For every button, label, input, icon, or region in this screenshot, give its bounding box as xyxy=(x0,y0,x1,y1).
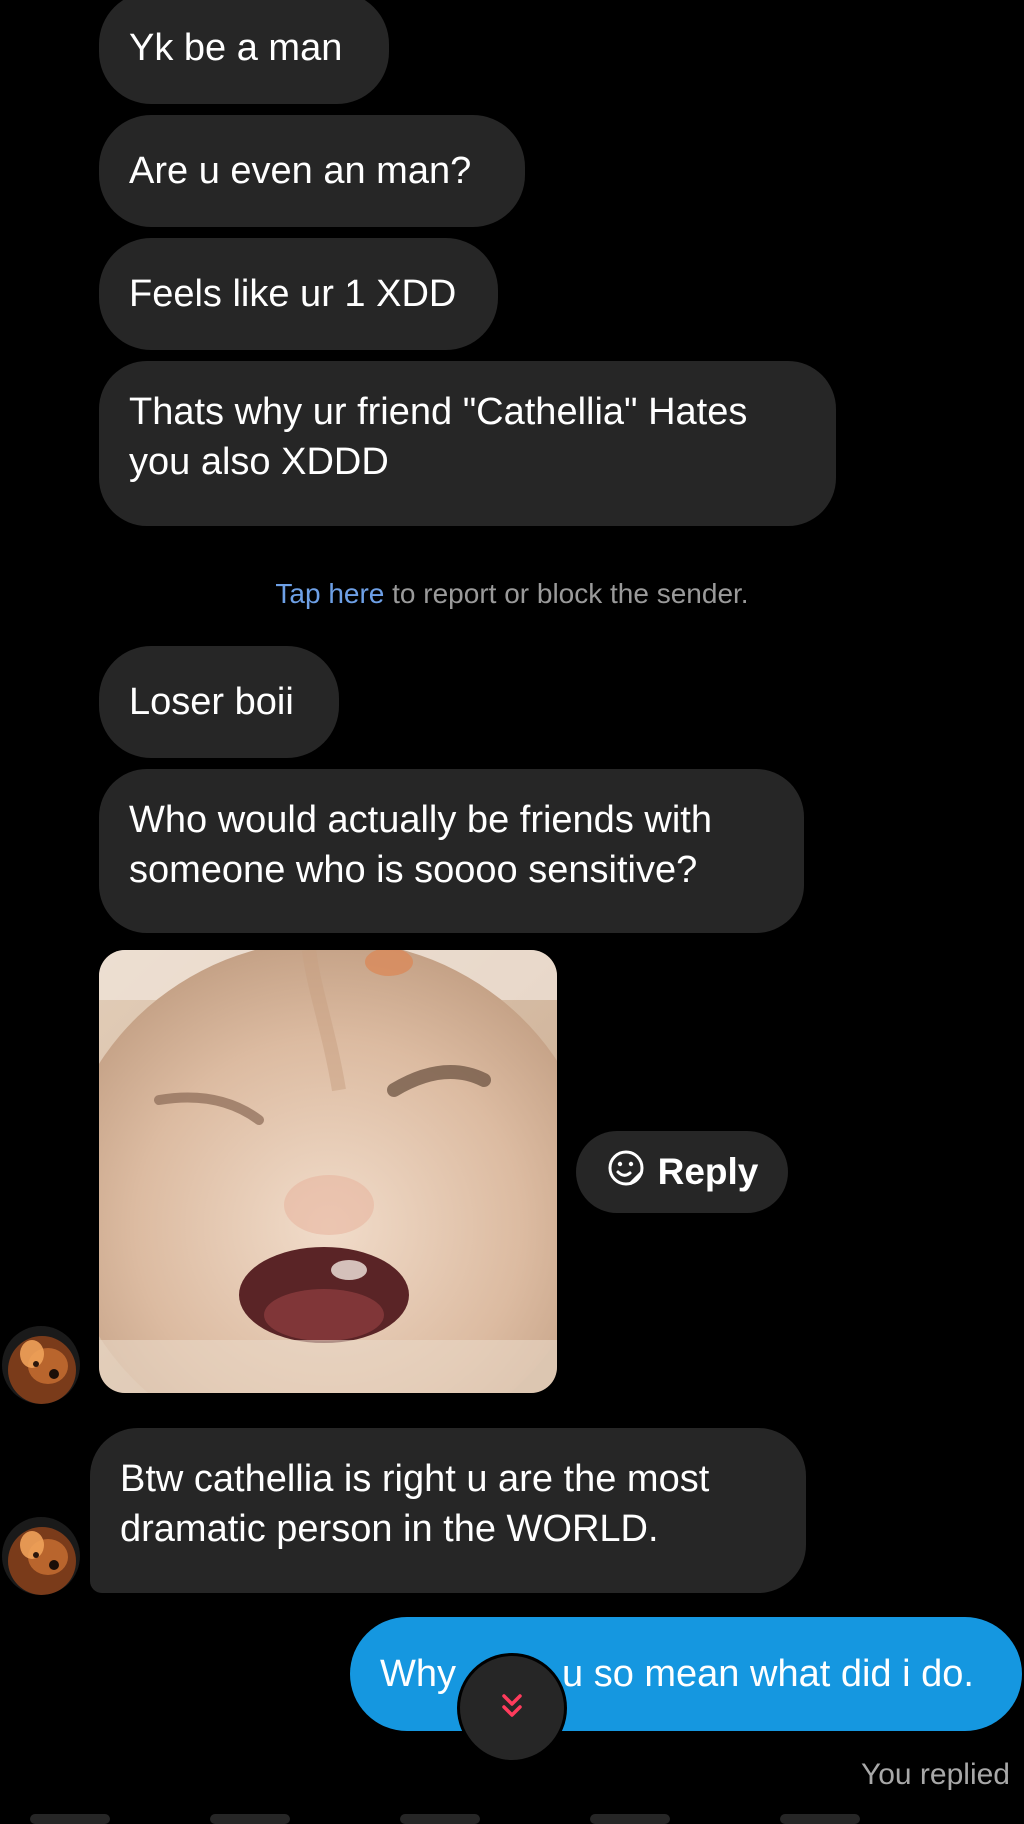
cat-photo xyxy=(99,950,557,1393)
message-text: Loser boii xyxy=(129,681,294,723)
message-bubble-incoming[interactable]: Who would actually be friends with someo… xyxy=(99,769,804,933)
message-bubble-incoming[interactable]: Yk be a man xyxy=(99,0,389,104)
dog-avatar-image xyxy=(2,1517,80,1595)
message-text: Are u even an man? xyxy=(129,150,472,192)
sticker-smile-icon xyxy=(606,1148,646,1197)
reply-label: Reply xyxy=(657,1151,759,1192)
message-text-start: Why xyxy=(380,1652,456,1695)
partial-row-element xyxy=(780,1814,860,1824)
message-text: Who would actually be friends with someo… xyxy=(129,799,723,891)
message-text: Thats why ur friend "Cathellia" Hates yo… xyxy=(129,391,758,483)
partial-row-element xyxy=(400,1814,480,1824)
sender-avatar[interactable] xyxy=(2,1517,80,1595)
report-block-notice: Tap here to report or block the sender. xyxy=(0,578,1024,610)
message-bubble-outgoing[interactable]: Why u so mean what did i do. xyxy=(350,1617,1022,1731)
partial-row-element xyxy=(30,1814,110,1824)
sender-avatar[interactable] xyxy=(2,1326,80,1404)
message-text: Btw cathellia is right u are the most dr… xyxy=(120,1458,720,1550)
message-bubble-incoming[interactable]: Loser boii xyxy=(99,646,339,758)
double-chevron-down-icon xyxy=(495,1689,529,1728)
media-message-image[interactable] xyxy=(99,950,557,1393)
report-notice-text: to report or block the sender. xyxy=(384,578,749,609)
reply-status: You replied xyxy=(860,1758,1010,1791)
message-bubble-incoming[interactable]: Btw cathellia is right u are the most dr… xyxy=(90,1428,806,1593)
reply-button[interactable]: Reply xyxy=(576,1131,788,1213)
message-bubble-incoming[interactable]: Feels like ur 1 XDD xyxy=(99,238,498,350)
partial-row-element xyxy=(210,1814,290,1824)
message-text-end: u so mean what did i do. xyxy=(562,1652,974,1695)
dog-avatar-image xyxy=(2,1326,80,1404)
message-text: Yk be a man xyxy=(129,27,343,69)
partial-row-element xyxy=(590,1814,670,1824)
scroll-to-bottom-button[interactable] xyxy=(460,1656,564,1760)
message-bubble-incoming[interactable]: Thats why ur friend "Cathellia" Hates yo… xyxy=(99,361,836,526)
report-link[interactable]: Tap here xyxy=(275,578,384,609)
message-text: Feels like ur 1 XDD xyxy=(129,273,457,315)
message-bubble-incoming[interactable]: Are u even an man? xyxy=(99,115,525,227)
